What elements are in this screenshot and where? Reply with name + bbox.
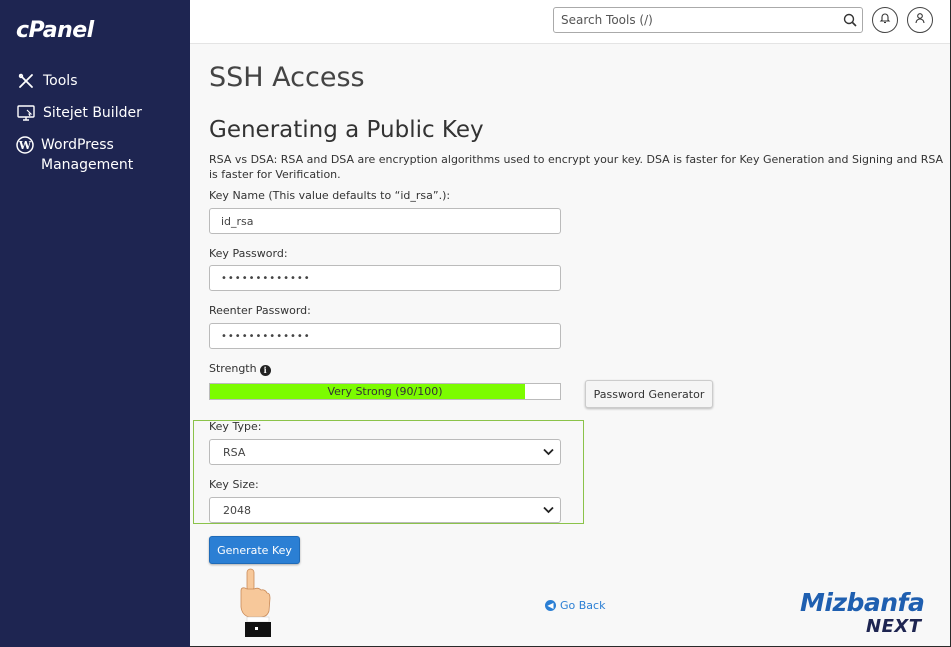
svg-text:W: W [18, 139, 32, 152]
watermark-line2: NEXT [866, 616, 922, 637]
key-password-input[interactable] [209, 265, 561, 291]
bell-icon [879, 11, 891, 29]
sidebar-item-tools[interactable]: Tools [16, 71, 78, 91]
key-size-label: Key Size: [209, 478, 259, 491]
go-back-label: Go Back [560, 599, 606, 612]
sidebar-item-label: WordPress Management [41, 137, 134, 173]
section-title: Generating a Public Key [209, 117, 484, 143]
generate-key-button[interactable]: Generate Key [209, 536, 300, 564]
arrow-left-circle-icon: ◀ [545, 600, 556, 611]
chevron-down-icon [543, 504, 554, 517]
strength-label: Strength [209, 362, 257, 375]
key-size-select[interactable]: 2048 [209, 497, 561, 523]
key-name-input[interactable] [209, 208, 561, 234]
go-back-link[interactable]: ◀ Go Back [545, 599, 605, 612]
strength-meter-text: Very Strong (90/100) [327, 385, 443, 398]
key-type-select[interactable]: RSA [209, 439, 561, 465]
chevron-down-icon [543, 446, 554, 459]
tools-icon [16, 71, 36, 91]
mizbanfa-watermark-logo: Mizbanfa NEXT [800, 588, 935, 638]
info-icon[interactable]: i [259, 364, 271, 376]
search-icon[interactable] [838, 8, 862, 32]
strength-label-row: Strength i [209, 362, 271, 376]
reenter-password-label: Reenter Password: [209, 304, 311, 317]
key-type-value: RSA [223, 445, 246, 459]
password-generator-button[interactable]: Password Generator [585, 380, 713, 408]
wordpress-icon: W [16, 135, 34, 155]
key-size-value: 2048 [223, 503, 251, 517]
search-input[interactable] [554, 9, 838, 31]
cpanel-logo[interactable]: cPanel [16, 18, 94, 43]
user-icon [914, 11, 926, 29]
section-description: RSA vs DSA: RSA and DSA are encryption a… [209, 153, 944, 181]
key-password-label: Key Password: [209, 247, 288, 260]
notifications-button[interactable] [872, 7, 898, 33]
key-name-label: Key Name (This value defaults to “id_rsa… [209, 189, 451, 202]
watermark-line1: Mizbanfa [800, 588, 925, 617]
sitejet-icon [16, 103, 36, 123]
pointing-hand-icon [235, 567, 275, 637]
key-type-label: Key Type: [209, 420, 262, 433]
search-box [553, 7, 863, 33]
sidebar-item-wordpress-management[interactable]: W WordPress Management [16, 135, 176, 175]
page-title: SSH Access [209, 62, 365, 93]
user-menu-button[interactable] [907, 7, 933, 33]
top-header [190, 0, 950, 44]
sidebar-item-label: Tools [43, 73, 78, 89]
reenter-password-input[interactable] [209, 323, 561, 349]
sidebar: cPanel Tools Sitejet Builder W WordPress… [0, 0, 190, 647]
strength-meter: Very Strong (90/100) [209, 383, 561, 400]
sidebar-item-sitejet-builder[interactable]: Sitejet Builder [16, 103, 142, 123]
sidebar-item-label: Sitejet Builder [43, 105, 142, 121]
